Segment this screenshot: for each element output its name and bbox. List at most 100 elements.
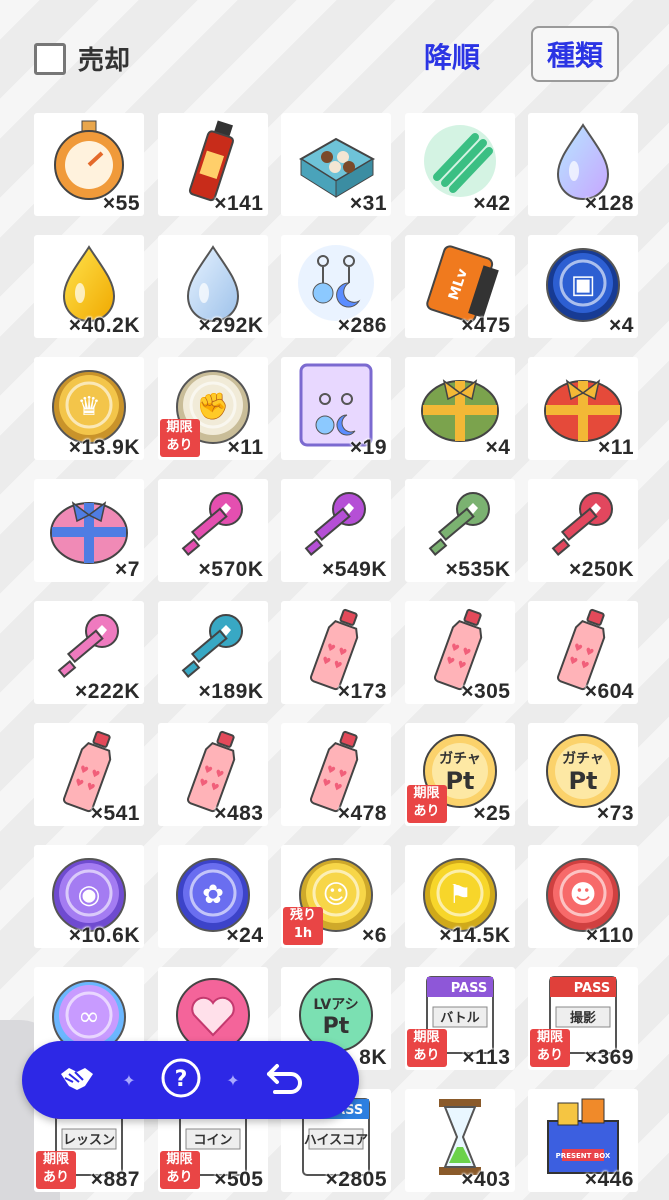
item-cell[interactable]: PASS 撮影 期限 あり ×369 [528, 967, 638, 1070]
scroll-icon [417, 119, 503, 203]
sell-toggle[interactable]: 売却 [34, 40, 130, 77]
item-cell[interactable]: ×141 [157, 113, 268, 216]
item-quantity: ×55 [102, 192, 140, 215]
item-cell[interactable]: ×31 [281, 113, 391, 216]
svg-text:☻: ☻ [569, 880, 596, 910]
item-cell[interactable]: ×7 [34, 479, 144, 582]
item-cell[interactable]: ガチャ Pt 期限 あり ×25 [404, 723, 515, 826]
item-cell[interactable]: ♥ ♥ ♥ ♥ ×541 [34, 723, 144, 826]
green-key-icon [417, 485, 503, 569]
item-quantity: ×173 [337, 680, 387, 703]
svg-text:LVアシ: LVアシ [313, 997, 358, 1013]
item-cell[interactable]: ×40.2K [34, 235, 144, 338]
item-quantity: ×305 [461, 680, 511, 703]
pink-bottle-icon: ♥ ♥ ♥ ♥ [170, 729, 256, 813]
item-cell[interactable]: ♥ ♥ ♥ ♥ ×483 [157, 723, 268, 826]
item-cell[interactable]: ×250K [528, 479, 638, 582]
item-cell[interactable]: ×292K [157, 235, 268, 338]
item-cell[interactable]: ♥ ♥ ♥ ♥ ×478 [281, 723, 391, 826]
pink-gift-icon [46, 485, 132, 569]
svg-text:?: ? [175, 1067, 188, 1092]
item-cell[interactable]: ⚑ ×14.5K [404, 845, 515, 948]
item-quantity: ×478 [337, 802, 387, 825]
item-cell[interactable]: ×222K [34, 601, 144, 704]
pink-bottle-icon: ♥ ♥ ♥ ♥ [293, 729, 379, 813]
filter-bar: 売却 降順 種類 [0, 0, 669, 105]
item-cell[interactable]: ×549K [281, 479, 391, 582]
item-cell[interactable]: ◉ ×10.6K [34, 845, 144, 948]
item-cell[interactable]: PASS バトル 期限 あり ×113 [404, 967, 515, 1070]
item-quantity: ×110 [585, 924, 634, 947]
handshake-button[interactable] [50, 1053, 104, 1107]
item-cell[interactable]: ×403 [404, 1089, 515, 1192]
pink-bottle-icon: ♥ ♥ ♥ ♥ [540, 607, 626, 691]
item-quantity: ×292K [198, 314, 264, 337]
item-cell[interactable]: ×4 [404, 357, 515, 460]
item-cell[interactable]: ✿ ×24 [157, 845, 268, 948]
item-quantity: ×604 [584, 680, 634, 703]
item-quantity: ×505 [214, 1168, 264, 1191]
svg-text:ガチャ: ガチャ [439, 751, 481, 767]
item-cell[interactable]: ×570K [157, 479, 268, 582]
item-quantity: ×222K [75, 680, 140, 703]
pink-bottle-icon: ♥ ♥ ♥ ♥ [46, 729, 132, 813]
kind-filter-button[interactable]: 種類 [531, 26, 619, 82]
expiry-badge: 期限 あり [406, 1029, 447, 1067]
item-cell[interactable]: PRESENT BOX ×446 [528, 1089, 638, 1192]
pink-bottle-icon: ♥ ♥ ♥ ♥ [417, 607, 503, 691]
item-cell[interactable]: ×128 [528, 113, 638, 216]
item-quantity: ×40.2K [68, 314, 140, 337]
handshake-icon [55, 1056, 99, 1104]
item-cell[interactable]: ×42 [404, 113, 515, 216]
item-cell[interactable]: ♛ ×13.9K [34, 357, 144, 460]
item-cell[interactable]: ×11 [528, 357, 638, 460]
item-quantity: ×475 [461, 314, 511, 337]
red-key-icon [540, 485, 626, 569]
item-cell[interactable]: ×535K [404, 479, 515, 582]
toolbar-separator: ✦ [226, 1070, 240, 1090]
item-cell[interactable]: MLv ×475 [404, 235, 515, 338]
item-cell[interactable]: ☺ 残り 1h ×6 [281, 845, 391, 948]
silver-drop-icon [170, 241, 256, 325]
item-quantity: ×11 [227, 436, 264, 459]
item-quantity: 8K [359, 1046, 387, 1069]
item-quantity: ×535K [445, 558, 511, 581]
expiry-badge: 期限 あり [406, 785, 447, 823]
item-cell[interactable]: ガチャ Pt ×73 [528, 723, 638, 826]
sort-order-button[interactable]: 降順 [424, 36, 480, 76]
svg-text:PASS: PASS [574, 981, 611, 996]
item-cell[interactable]: ♥ ♥ ♥ ♥ ×173 [281, 601, 391, 704]
item-cell[interactable]: ▣ ×4 [528, 235, 638, 338]
item-quantity: ×73 [596, 802, 634, 825]
chocolate-box-icon [293, 119, 379, 203]
svg-text:Pt: Pt [323, 1014, 350, 1039]
item-cell[interactable]: ×189K [157, 601, 268, 704]
item-cell[interactable]: ×286 [281, 235, 391, 338]
item-cell[interactable]: ☻ ×110 [528, 845, 638, 948]
item-cell[interactable]: ♥ ♥ ♥ ♥ ×305 [404, 601, 515, 704]
item-cell[interactable]: ✊ 期限 あり ×11 [157, 357, 268, 460]
item-cell[interactable]: ♥ ♥ ♥ ♥ ×604 [528, 601, 638, 704]
item-quantity: ×25 [473, 802, 511, 825]
item-cell[interactable]: ×19 [281, 357, 391, 460]
svg-text:PASS: PASS [450, 981, 487, 996]
item-quantity: ×24 [226, 924, 264, 947]
help-button[interactable]: ? [154, 1053, 208, 1107]
item-cell[interactable]: ×55 [34, 113, 144, 216]
item-quantity: ×2805 [325, 1168, 387, 1191]
green-gift-icon [417, 363, 503, 447]
svg-text:PRESENT BOX: PRESENT BOX [556, 1152, 611, 1160]
item-quantity: ×369 [584, 1046, 634, 1069]
user-coin-icon: ☻ [540, 851, 626, 935]
back-button[interactable] [258, 1053, 312, 1107]
pink-bottle-icon: ♥ ♥ ♥ ♥ [293, 607, 379, 691]
expiry-badge: 期限 あり [36, 1151, 76, 1189]
item-quantity: ×31 [349, 192, 387, 215]
earring-icon [293, 241, 379, 325]
sell-checkbox[interactable] [34, 42, 66, 75]
item-quantity: ×13.9K [68, 436, 140, 459]
item-grid: ×55 ×141 ×31 ×42 ×128 ×40.2K ×292K ×286 MLv ×4… [34, 113, 638, 1192]
svg-text:✿: ✿ [202, 880, 224, 910]
expiry-badge: 残り 1h [283, 907, 323, 945]
teal-key-icon [170, 607, 256, 691]
